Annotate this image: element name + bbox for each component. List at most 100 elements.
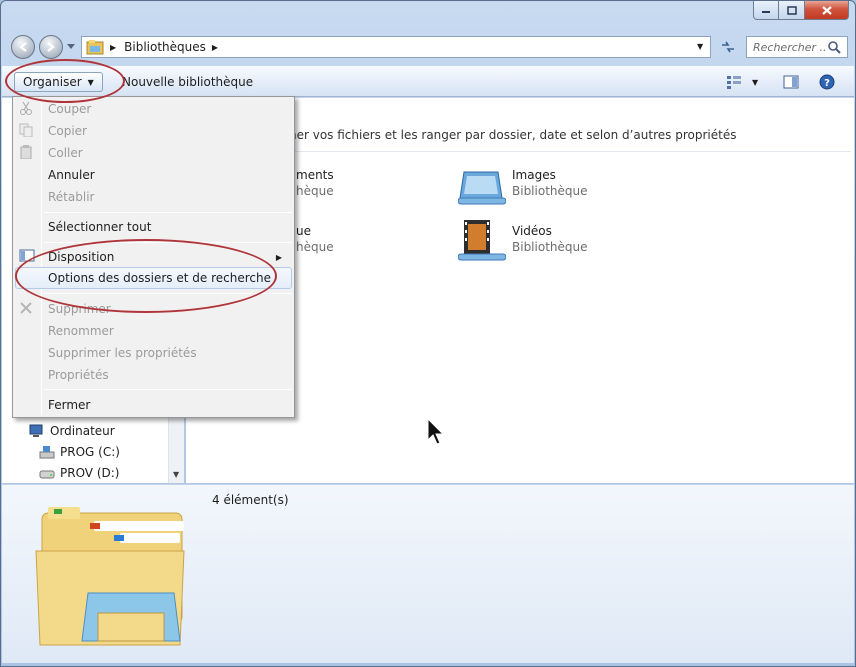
- address-bar[interactable]: ▶ Bibliothèques ▶: [81, 36, 711, 58]
- menu-item-label: Fermer: [48, 398, 91, 412]
- menu-item-label: Disposition: [48, 250, 115, 264]
- preview-pane-button[interactable]: [783, 72, 799, 92]
- arrow-left-icon: [19, 42, 27, 52]
- tree-item-label: PROV (D:): [60, 466, 120, 480]
- tree-item-label: PROG (C:): [60, 445, 120, 459]
- images-library-icon: [458, 171, 506, 205]
- menu-separator: [44, 242, 292, 243]
- videos-library-icon: [458, 220, 506, 261]
- menu-separator: [44, 293, 292, 294]
- refresh-icon: [722, 41, 734, 53]
- help-button[interactable]: ?: [819, 72, 835, 92]
- menu-item-label: Propriétés: [48, 368, 109, 382]
- details-pane: 4 élément(s): [2, 484, 854, 663]
- menu-item-rename[interactable]: Renommer: [15, 320, 292, 342]
- breadcrumb-libraries[interactable]: Bibliothèques: [124, 40, 206, 54]
- library-type: Bibliothèque: [512, 240, 588, 254]
- refresh-button[interactable]: [717, 36, 739, 58]
- change-view-button[interactable]: ▼: [726, 72, 758, 92]
- tree-item-prog-c[interactable]: PROG (C:): [39, 445, 120, 459]
- drive-icon: [39, 470, 55, 479]
- breadcrumb-chevron-icon[interactable]: ▶: [212, 43, 218, 52]
- computer-icon: [29, 424, 43, 437]
- view-dropdown-icon: ▼: [752, 77, 759, 87]
- libraries-folder-icon: [35, 507, 185, 646]
- mouse-cursor-icon: [427, 418, 445, 445]
- close-icon: [821, 5, 832, 15]
- menu-item-remove-properties[interactable]: Supprimer les propriétés: [15, 342, 292, 364]
- library-item-videos[interactable]: Vidéos Bibliothèque: [458, 218, 658, 262]
- copy-icon: [19, 123, 33, 137]
- menu-item-label: Sélectionner tout: [48, 220, 152, 234]
- recent-pages-dropdown[interactable]: [67, 44, 75, 50]
- library-name: ments: [296, 168, 334, 182]
- libraries-icon: [86, 40, 104, 55]
- delete-icon: [20, 302, 32, 314]
- menu-item-undo[interactable]: Annuler: [15, 164, 292, 186]
- library-type: Bibliothèque: [512, 184, 588, 198]
- menu-item-label: Coller: [48, 146, 83, 160]
- breadcrumb-separator-icon: ▶: [110, 42, 117, 52]
- forward-button[interactable]: [39, 35, 63, 59]
- menu-item-label: Supprimer: [48, 302, 111, 316]
- help-icon: ?: [819, 74, 835, 90]
- minimize-button[interactable]: [753, 1, 779, 20]
- menu-item-paste[interactable]: Coller: [15, 142, 292, 164]
- search-icon: [828, 41, 841, 54]
- tree-item-label: Ordinateur: [50, 424, 115, 438]
- menu-item-label: Couper: [48, 102, 92, 116]
- menu-item-folder-options[interactable]: Options des dossiers et de recherche: [15, 267, 292, 289]
- organiser-button[interactable]: Organiser ▼: [14, 72, 103, 92]
- minimize-icon: [762, 11, 770, 13]
- organiser-label: Organiser: [23, 75, 82, 89]
- menu-item-properties[interactable]: Propriétés: [15, 364, 292, 386]
- chevron-down-icon: ▼: [87, 77, 94, 87]
- menu-item-copy[interactable]: Copier: [15, 120, 292, 142]
- menu-separator: [44, 389, 292, 390]
- command-bar: Organiser ▼ Nouvelle bibliothèque ▼ ?: [2, 66, 854, 97]
- view-options-icon: [727, 76, 741, 89]
- library-item-images[interactable]: Images Bibliothèque: [458, 168, 658, 212]
- menu-item-label: Renommer: [48, 324, 114, 338]
- menu-separator: [44, 212, 292, 213]
- menu-item-select-all[interactable]: Sélectionner tout: [15, 216, 292, 238]
- menu-item-label: Options des dossiers et de recherche: [48, 271, 271, 285]
- layout-icon: [19, 249, 35, 262]
- maximize-button[interactable]: [779, 1, 805, 20]
- search-input[interactable]: [753, 40, 827, 54]
- menu-item-cut[interactable]: Couper: [15, 98, 292, 120]
- address-dropdown-icon[interactable]: ▼: [697, 42, 703, 51]
- menu-item-delete[interactable]: Supprimer: [15, 298, 292, 320]
- close-button[interactable]: [805, 1, 849, 20]
- menu-item-close[interactable]: Fermer: [15, 394, 292, 416]
- window-caption-buttons: [753, 1, 849, 20]
- menu-item-label: Annuler: [48, 168, 95, 182]
- svg-text:?: ?: [824, 78, 830, 89]
- maximize-icon: [786, 5, 797, 15]
- menu-item-redo[interactable]: Rétablir: [15, 186, 292, 208]
- preview-pane-icon: [783, 75, 799, 89]
- arrow-right-icon: [47, 42, 55, 52]
- item-count: 4 élément(s): [212, 493, 289, 507]
- back-button[interactable]: [11, 35, 35, 59]
- menu-item-layout[interactable]: Disposition ▶: [15, 246, 292, 268]
- submenu-arrow-icon: ▶: [275, 252, 282, 262]
- library-name: Vidéos: [512, 224, 552, 238]
- menu-item-label: Supprimer les propriétés: [48, 346, 197, 360]
- scroll-down-icon[interactable]: ▼: [173, 470, 179, 479]
- menu-item-label: Rétablir: [48, 190, 95, 204]
- search-box[interactable]: [746, 36, 848, 58]
- paste-icon: [20, 145, 32, 159]
- organiser-menu: Couper Copier Coller Annuler Rétablir Sé…: [12, 96, 295, 418]
- explorer-window: ▶ Bibliothèques ▶ ▼ Organiser ▼ Nouvelle…: [0, 0, 856, 667]
- menu-item-label: Copier: [48, 124, 87, 138]
- library-name: ue: [296, 224, 311, 238]
- system-drive-icon: [39, 446, 55, 459]
- library-type: hèque: [296, 184, 334, 198]
- new-library-button[interactable]: Nouvelle bibliothèque: [122, 72, 253, 92]
- tree-item-prov-d[interactable]: PROV (D:): [39, 466, 119, 480]
- library-name: Images: [512, 168, 556, 182]
- tree-item-ordinateur[interactable]: Ordinateur: [29, 424, 115, 438]
- library-type: hèque: [296, 240, 334, 254]
- scissors-icon: [20, 101, 32, 115]
